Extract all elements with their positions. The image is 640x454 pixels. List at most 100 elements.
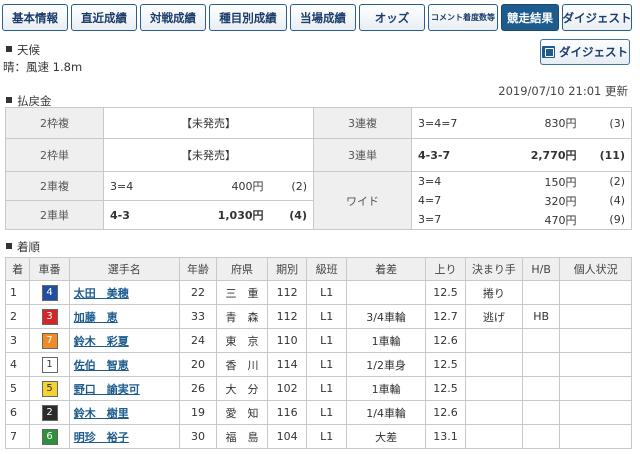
table-row: 1 4 太田 美穂 22 三 重 112 L1 12.5 捲り [4, 280, 632, 305]
table-row: 5 5 野口 諭実可 26 大 分 102 L1 1車輪 12.5 [4, 376, 632, 401]
column-header: 期別 [266, 257, 308, 281]
kimarite-cell [464, 352, 523, 377]
pref-cell: 東 京 [216, 328, 268, 353]
racer-name-cell: 野口 諭実可 [68, 376, 180, 401]
margin-cell: 1/2車身 [345, 352, 427, 377]
racer-name-cell: 加藤 恵 [68, 304, 180, 329]
payout-label: 2車単 [5, 200, 104, 230]
payout-value: 4-3-7 2,770円 (11) [411, 138, 632, 172]
car-number-cell: 2 [29, 400, 70, 425]
car-number-cell: 5 [29, 376, 70, 401]
status-cell [559, 376, 632, 401]
digest-button[interactable]: ダイジェスト [540, 39, 630, 65]
status-cell [559, 280, 632, 305]
cls-cell: L1 [306, 280, 347, 305]
weather-heading: 天候 [6, 42, 40, 58]
payout-value: 3=4 150円 (2) 4=7 320円 (4) 3=7 470円 (9) [411, 171, 632, 230]
cls-cell: L1 [306, 424, 347, 449]
kimarite-cell [464, 376, 523, 401]
racer-name-link[interactable]: 明珍 裕子 [74, 431, 129, 444]
term-cell: 114 [266, 352, 308, 377]
tab-7[interactable]: 競走結果 [501, 4, 559, 31]
racer-name-link[interactable]: 鈴木 彩夏 [74, 335, 129, 348]
car-number-badge: 7 [41, 332, 58, 349]
margin-cell: 1車輪 [345, 328, 427, 353]
pref-cell: 三 重 [216, 280, 268, 305]
age-cell: 26 [178, 376, 218, 401]
racer-name-link[interactable]: 鈴木 樹里 [74, 407, 129, 420]
tab-8[interactable]: ダイジェスト [562, 4, 632, 31]
tab-1[interactable]: 直近成績 [71, 4, 137, 31]
term-cell: 102 [266, 376, 308, 401]
kimarite-cell [464, 400, 523, 425]
agari-cell: 12.7 [425, 304, 466, 329]
racer-name-link[interactable]: 加藤 恵 [74, 311, 118, 324]
racer-name-link[interactable]: 太田 美穂 [74, 287, 129, 300]
agari-cell: 12.5 [425, 376, 466, 401]
payout-value: 【未発売】 [103, 107, 314, 139]
car-number-badge: 6 [41, 428, 58, 445]
racer-name-cell: 鈴木 彩夏 [68, 328, 180, 353]
status-cell [559, 400, 632, 425]
status-cell [559, 328, 632, 353]
term-cell: 104 [266, 424, 308, 449]
table-row: 3 7 鈴木 彩夏 24 東 京 110 L1 1車輪 12.6 [4, 328, 632, 353]
hb-cell [521, 424, 561, 449]
racer-name-cell: 明珍 裕子 [68, 424, 180, 449]
racer-name-cell: 太田 美穂 [68, 280, 180, 305]
results-table: 着車番 選手名 年齢 府県 期別 級班 着差 上り 決まり手 H/B 個人状況 1 4 太田 美穂 22 三… [4, 257, 632, 449]
racer-name-link[interactable]: 野口 諭実可 [74, 383, 140, 396]
status-cell [559, 304, 632, 329]
car-number-cell: 6 [29, 424, 70, 449]
margin-cell [345, 280, 427, 305]
car-number-badge: 3 [41, 308, 58, 325]
car-number-cell: 1 [29, 352, 70, 377]
kimarite-cell [464, 328, 523, 353]
age-cell: 33 [178, 304, 218, 329]
tab-6[interactable]: コメント着度数等 [428, 4, 498, 31]
hb-cell [521, 280, 561, 305]
racer-name-link[interactable]: 佐伯 智恵 [74, 359, 129, 372]
payout-label: 3連複 [313, 107, 412, 139]
table-row: 2 3 加藤 恵 33 青 森 112 L1 3/4車輪 12.7 逃げ HB [4, 304, 632, 329]
payout-value: 【未発売】 [103, 138, 314, 172]
column-header: 府県 [216, 257, 268, 281]
results-header-row: 着車番 選手名 年齢 府県 期別 級班 着差 上り 決まり手 H/B 個人状況 [4, 257, 632, 281]
payout-label: 2枠複 [5, 107, 104, 139]
term-cell: 116 [266, 400, 308, 425]
column-header: 着 [4, 257, 31, 281]
agari-cell: 13.1 [425, 424, 466, 449]
results-heading: 着順 [6, 239, 40, 255]
age-cell: 20 [178, 352, 218, 377]
rank-cell: 3 [4, 328, 31, 353]
tab-5[interactable]: オッズ [359, 4, 425, 31]
tab-3[interactable]: 種目別成績 [209, 4, 287, 31]
cls-cell: L1 [306, 328, 347, 353]
video-icon [542, 46, 555, 58]
margin-cell: 1車輪 [345, 376, 427, 401]
tab-2[interactable]: 対戦成績 [140, 4, 206, 31]
digest-button-label: ダイジェスト [559, 45, 628, 59]
payout-table: 2枠複 【未発売】 3連複 3=4=7 830円 (3) 2枠単 【未発売】 3連単… [5, 107, 632, 230]
car-number-badge: 1 [41, 356, 58, 373]
pref-cell: 香 川 [216, 352, 268, 377]
age-cell: 22 [178, 280, 218, 305]
tab-4[interactable]: 当場成績 [290, 4, 356, 31]
rank-cell: 7 [4, 424, 31, 449]
column-header: 車番 [29, 257, 70, 281]
age-cell: 30 [178, 424, 218, 449]
tab-0[interactable]: 基本情報 [2, 4, 68, 31]
car-number-cell: 3 [29, 304, 70, 329]
payout-label: ワイド [313, 171, 412, 230]
kimarite-cell: 逃げ [464, 304, 523, 329]
hb-cell [521, 352, 561, 377]
table-row: 4 1 佐伯 智恵 20 香 川 114 L1 1/2車身 12.5 [4, 352, 632, 377]
racer-name-cell: 佐伯 智恵 [68, 352, 180, 377]
car-number-cell: 4 [29, 280, 70, 305]
kimarite-cell [464, 424, 523, 449]
rank-cell: 5 [4, 376, 31, 401]
margin-cell: 3/4車輪 [345, 304, 427, 329]
car-number-badge: 2 [41, 404, 58, 421]
payout-row: 2車複 3=4 400円 (2) ワイド 3=4 150円 (2) 4=7 320円 (4)… [5, 171, 632, 230]
rank-cell: 4 [4, 352, 31, 377]
